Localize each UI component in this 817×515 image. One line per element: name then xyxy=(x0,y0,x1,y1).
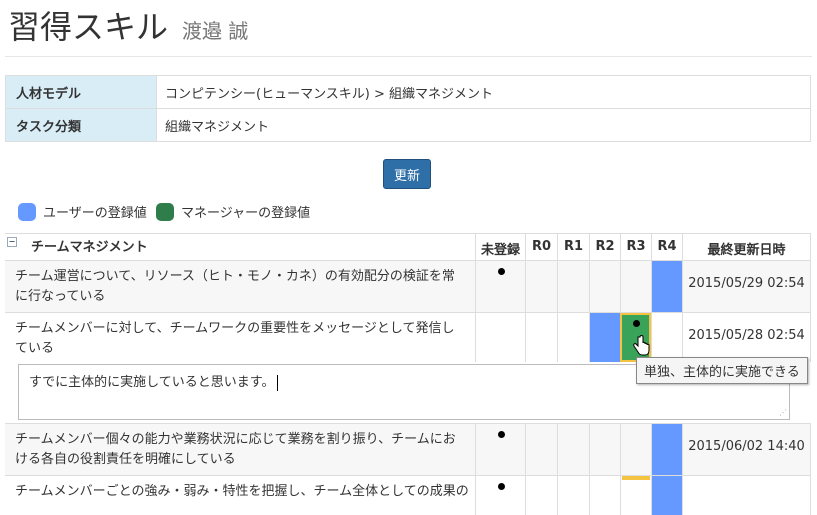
col-name: チームマネジメント xyxy=(31,240,148,255)
r1-cell[interactable] xyxy=(557,424,589,475)
r3-cell[interactable] xyxy=(620,424,651,480)
unregistered-cell[interactable] xyxy=(475,261,525,312)
hand-cursor-icon xyxy=(633,335,650,356)
updated-date: 2015/05/28 02:54 xyxy=(688,328,805,343)
r1-cell[interactable] xyxy=(557,313,589,362)
info-table: 人材モデル コンピテンシー(ヒューマンスキル) > 組織マネジメント タスク分類… xyxy=(5,75,811,142)
r3-cell[interactable] xyxy=(620,261,651,317)
r0-cell[interactable] xyxy=(525,424,557,475)
r1-cell[interactable] xyxy=(557,261,589,312)
comment-text: すでに主体的に実施していると思います。 xyxy=(29,375,275,390)
unregistered-dot xyxy=(497,431,505,438)
unregistered-cell[interactable] xyxy=(475,424,525,475)
legend-manager-swatch xyxy=(156,202,174,221)
updated-cell: 2015/05/29 02:54 xyxy=(682,261,811,312)
table-row: チームメンバーに対して、チームワークの重要性をメッセージとして発信している 20… xyxy=(5,312,811,362)
table-row: チームメンバーごとの強み・弱み・特性を把握し、チーム全体としての成果の xyxy=(5,475,811,515)
r4-cell[interactable] xyxy=(651,261,682,312)
legend-user: ユーザーの登録値 xyxy=(18,202,147,221)
updated-date: 2015/06/02 14:40 xyxy=(688,439,805,454)
user-value-bar xyxy=(590,313,620,362)
r4-cell[interactable] xyxy=(651,476,682,515)
user-name: 渡邉 誠 xyxy=(182,19,249,43)
col-updated: 最終更新日時 xyxy=(682,234,811,260)
unregistered-cell[interactable] xyxy=(475,313,525,362)
col-r2: R2 xyxy=(589,234,620,260)
updated-cell: 2015/05/28 02:54 xyxy=(682,313,811,362)
legend-manager-label: マネージャーの登録値 xyxy=(181,206,311,221)
r0-cell[interactable] xyxy=(525,313,557,362)
grid-header: − チームマネジメント 未登録 R0 R1 R2 R3 R4 最終更新日時 xyxy=(5,233,811,260)
model-value: コンピテンシー(ヒューマンスキル) > 組織マネジメント xyxy=(156,75,811,109)
text-caret xyxy=(277,374,279,391)
col-r3: R3 xyxy=(620,234,651,260)
skill-text: チームメンバー個々の能力や業務状況に応じて業務を割り振り、チームにおける各自の役… xyxy=(15,432,456,467)
col-r4: R4 xyxy=(651,234,682,260)
r3-cell[interactable] xyxy=(620,476,651,515)
unregistered-dot xyxy=(497,268,505,275)
r2-cell[interactable] xyxy=(589,313,620,362)
legend-user-swatch xyxy=(18,202,36,221)
r4-cell[interactable] xyxy=(651,313,682,362)
tooltip: 単独、主体的に実施できる xyxy=(636,357,808,384)
update-button[interactable]: 更新 xyxy=(383,159,431,189)
col-r1: R1 xyxy=(557,234,589,260)
user-value-bar xyxy=(652,476,682,515)
page-title: 習得スキル 渡邉 誠 xyxy=(8,2,248,48)
r2-cell[interactable] xyxy=(589,261,620,312)
resize-handle-icon[interactable]: ⋰ xyxy=(779,409,787,417)
r2-cell[interactable] xyxy=(589,424,620,475)
task-value: 組織マネジメント xyxy=(156,108,811,142)
r1-cell[interactable] xyxy=(557,476,589,515)
updated-date: 2015/05/29 02:54 xyxy=(688,276,805,291)
unregistered-cell[interactable] xyxy=(475,476,525,515)
page-title-text: 習得スキル xyxy=(8,8,169,46)
user-value-bar xyxy=(652,424,682,475)
col-r0: R0 xyxy=(525,234,557,260)
updated-cell xyxy=(682,476,811,515)
user-value-bar xyxy=(652,261,682,312)
col-unregistered: 未登録 xyxy=(475,234,525,260)
skill-text: チームメンバーに対して、チームワークの重要性をメッセージとして発信している xyxy=(15,321,455,356)
skill-text: チームメンバーごとの強み・弱み・特性を把握し、チーム全体としての成果の xyxy=(15,484,469,499)
table-row: チーム運営について、リソース（ヒト・モノ・カネ）の有効配分の検証を常に行なってい… xyxy=(5,260,811,317)
legend-user-label: ユーザーの登録値 xyxy=(43,206,147,221)
unregistered-dot xyxy=(497,483,505,490)
skill-text: チーム運営について、リソース（ヒト・モノ・カネ）の有効配分の検証を常に行なってい… xyxy=(15,269,455,304)
selected-dot xyxy=(632,320,640,327)
divider xyxy=(5,56,812,57)
model-label: 人材モデル xyxy=(5,75,157,109)
table-row: チームメンバー個々の能力や業務状況に応じて業務を割り振り、チームにおける各自の役… xyxy=(5,423,811,480)
task-label: タスク分類 xyxy=(5,108,157,142)
updated-cell: 2015/06/02 14:40 xyxy=(682,424,811,475)
r0-cell[interactable] xyxy=(525,476,557,515)
r2-cell[interactable] xyxy=(589,476,620,515)
r4-cell[interactable] xyxy=(651,424,682,475)
r0-cell[interactable] xyxy=(525,261,557,312)
legend-manager: マネージャーの登録値 xyxy=(156,202,310,221)
